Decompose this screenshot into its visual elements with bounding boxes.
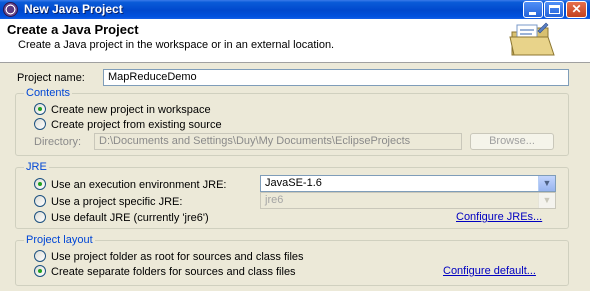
wizard-description: Create a Java project in the workspace o… (18, 39, 335, 51)
execution-env-jre-radio[interactable]: Use an execution environment JRE: (34, 178, 226, 192)
separate-folders-label: Create separate folders for sources and … (51, 266, 296, 278)
wizard-folder-icon (509, 22, 555, 56)
directory-label: Directory: (34, 136, 82, 148)
project-specific-jre-radio[interactable]: Use a project specific JRE: (34, 195, 182, 209)
radio-indicator (34, 211, 46, 223)
chevron-down-icon[interactable]: ▼ (538, 176, 555, 191)
close-button[interactable]: ✕ (566, 1, 587, 18)
create-from-source-label: Create project from existing source (51, 119, 222, 131)
radio-indicator (34, 250, 46, 262)
project-jre-select[interactable]: jre6 ▼ (260, 192, 556, 209)
configure-jres-link[interactable]: Configure JREs... (456, 211, 542, 223)
execution-env-value: JavaSE-1.6 (265, 177, 322, 189)
project-layout-group-title: Project layout (24, 234, 95, 246)
jre-group-title: JRE (24, 161, 49, 173)
execution-env-jre-label: Use an execution environment JRE: (51, 179, 227, 191)
create-new-project-radio[interactable]: Create new project in workspace (34, 103, 211, 117)
title-bar[interactable]: New Java Project ✕ (0, 0, 590, 19)
directory-input[interactable]: D:\Documents and Settings\Duy\My Documen… (94, 133, 462, 150)
browse-button[interactable]: Browse... (470, 133, 554, 150)
project-folder-root-radio[interactable]: Use project folder as root for sources a… (34, 250, 304, 264)
close-icon: ✕ (571, 2, 582, 16)
minimize-button[interactable] (523, 1, 543, 18)
radio-indicator (34, 178, 46, 190)
separate-folders-radio[interactable]: Create separate folders for sources and … (34, 265, 296, 279)
project-name-label: Project name: (17, 72, 85, 84)
project-name-input[interactable]: MapReduceDemo (103, 69, 569, 86)
default-jre-radio[interactable]: Use default JRE (currently 'jre6') (34, 211, 209, 225)
eclipse-icon (3, 2, 18, 17)
default-jre-label: Use default JRE (currently 'jre6') (51, 212, 209, 224)
radio-indicator (34, 103, 46, 115)
maximize-icon (549, 5, 560, 14)
radio-indicator (34, 195, 46, 207)
maximize-button[interactable] (544, 1, 564, 18)
radio-indicator (34, 118, 46, 130)
create-new-project-label: Create new project in workspace (51, 104, 211, 116)
wizard-heading: Create a Java Project (7, 22, 139, 37)
configure-default-link[interactable]: Configure default... (443, 265, 536, 277)
wizard-banner: Create a Java Project Create a Java proj… (0, 19, 590, 63)
chevron-down-icon[interactable]: ▼ (538, 193, 555, 208)
window-title: New Java Project (24, 2, 123, 16)
minimize-icon (529, 12, 536, 15)
radio-indicator (34, 265, 46, 277)
create-from-source-radio[interactable]: Create project from existing source (34, 118, 222, 132)
execution-env-select[interactable]: JavaSE-1.6 ▼ (260, 175, 556, 192)
contents-group-title: Contents (24, 87, 73, 99)
project-specific-jre-label: Use a project specific JRE: (51, 196, 183, 208)
project-jre-value: jre6 (265, 194, 284, 206)
project-folder-root-label: Use project folder as root for sources a… (51, 251, 304, 263)
new-java-project-dialog: New Java Project ✕ Create a Java Project… (0, 0, 590, 291)
